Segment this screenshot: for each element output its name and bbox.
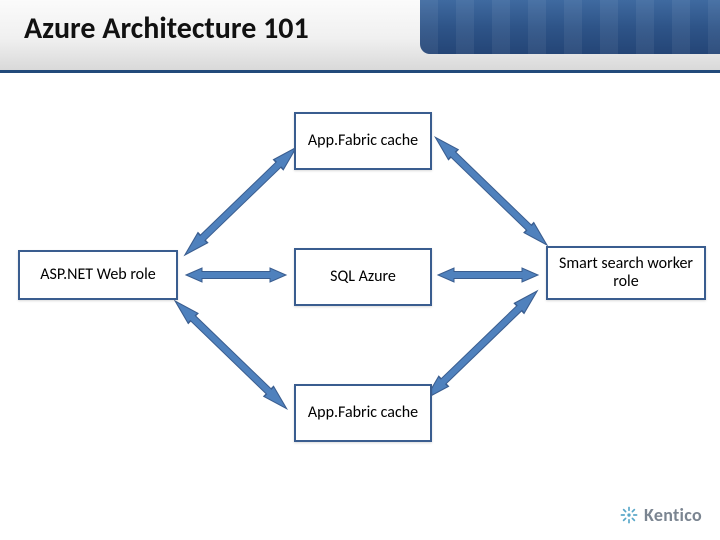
kentico-icon bbox=[620, 506, 638, 524]
title-ribbon-decoration bbox=[420, 0, 720, 54]
arrow-left-to-middle bbox=[186, 268, 286, 282]
node-smart-search-worker-role: Smart search worker role bbox=[546, 246, 706, 300]
brand-logo: Kentico bbox=[620, 504, 702, 526]
arrow-right-to-bottom bbox=[421, 286, 542, 404]
brand-name: Kentico bbox=[644, 504, 702, 526]
arrow-right-to-top bbox=[431, 132, 552, 250]
arrow-middle-to-right bbox=[438, 268, 538, 282]
slide-title: Azure Architecture 101 bbox=[24, 10, 309, 47]
node-appfabric-cache-top: App.Fabric cache bbox=[294, 112, 432, 170]
slide: Azure Architecture 101 ASP.NET Web role … bbox=[0, 0, 720, 540]
arrow-left-to-bottom bbox=[170, 296, 291, 414]
node-appfabric-cache-bottom: App.Fabric cache bbox=[294, 384, 432, 442]
node-asp-net-web-role: ASP.NET Web role bbox=[18, 250, 178, 300]
title-bar: Azure Architecture 101 bbox=[0, 0, 720, 73]
node-sql-azure: SQL Azure bbox=[294, 248, 432, 306]
arrow-left-to-top bbox=[180, 142, 301, 260]
